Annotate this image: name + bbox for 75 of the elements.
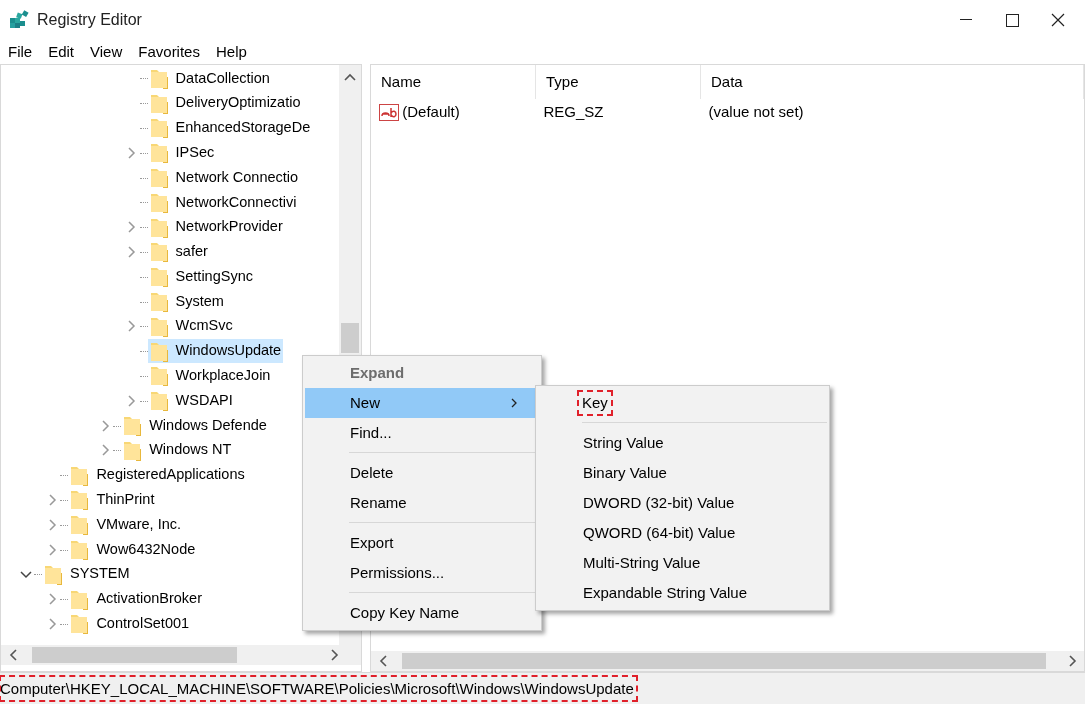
menu-item[interactable]: Copy Key Name [305,598,539,628]
column-header[interactable]: Type [536,65,701,99]
scroll-right-icon[interactable] [1068,655,1077,667]
minimize-icon [960,19,973,21]
menu-item[interactable]: Rename [305,488,539,518]
menu-item[interactable]: Key [538,388,827,418]
menu-item[interactable]: View [82,40,131,64]
scroll-right-icon[interactable] [330,649,339,661]
folder-icon [149,290,169,314]
tree-item[interactable]: DataCollection [147,66,272,91]
app-icon [7,9,30,31]
tree-item[interactable]: RegisteredApplications [68,463,247,488]
menu-item[interactable]: Binary Value [538,458,827,488]
menu-item[interactable]: Export [305,528,539,558]
folder-icon [70,612,90,636]
tree-item[interactable]: DeliveryOptimizatio [147,91,303,116]
tree-item[interactable]: ThinPrint [68,487,157,512]
menu-item[interactable]: String Value [538,428,827,458]
folder-icon [149,364,169,388]
tree-item[interactable]: WcmSvc [147,314,235,339]
status-path: Computer\HKEY_LOCAL_MACHINE\SOFTWARE\Policies\Microsoft\Windows\WindowsUpdate [0,675,637,702]
scrollbar-thumb[interactable] [341,322,359,353]
tree-item[interactable]: Wow6432Node [68,537,198,562]
menu-item[interactable]: DWORD (32-bit) Value [538,488,827,518]
folder-icon [70,488,90,512]
folder-icon [149,166,169,190]
scroll-up-icon[interactable] [344,72,356,81]
menu-item[interactable]: Favorites [130,40,208,64]
menu-item[interactable]: Multi-String Value [538,548,827,578]
tree-item[interactable]: VMware, Inc. [68,512,183,537]
menu-item[interactable]: Permissions... [305,558,539,588]
column-header[interactable]: Name [371,65,536,99]
tree-item[interactable]: EnhancedStorageDe [147,116,313,140]
menu-item[interactable]: Delete [305,458,539,488]
tree-item[interactable]: System [147,289,226,314]
maximize-icon [1005,13,1019,27]
tree-item[interactable]: NetworkProvider [147,215,285,240]
folder-icon [70,513,90,537]
tree-item[interactable]: NetworkConnectivi [147,190,299,215]
tree-item[interactable]: Windows NT [121,438,234,463]
tree-item[interactable]: Windows Defende [121,413,269,438]
scroll-left-icon[interactable] [8,649,17,661]
column-header[interactable]: Data [701,65,1084,99]
folder-icon [70,538,90,562]
menu-item[interactable]: Expandable String Value [538,578,827,608]
folder-icon [123,414,143,438]
folder-icon [149,389,169,413]
tree-item[interactable]: ActivationBroker [68,587,204,612]
tree-item[interactable]: Network Connectio [147,165,301,190]
tree-item[interactable]: SYSTEM [42,562,132,587]
tree-item[interactable]: WorkplaceJoin [147,363,273,388]
scrollbar-thumb[interactable] [31,647,237,663]
close-icon [1051,13,1066,27]
tree-item[interactable]: safer [147,239,210,264]
tree-item[interactable]: WSDAPI [147,388,235,413]
scrollbar-thumb[interactable] [401,653,1046,669]
window-title: Registry Editor [37,10,142,30]
folder-icon [149,116,169,140]
menu-item[interactable]: File [0,40,41,64]
table-cell: (value not set) [708,102,804,120]
scroll-left-icon[interactable] [378,655,387,667]
menu-item[interactable]: QWORD (64-bit) Value [538,518,827,548]
table-cell-text: (Default) [402,101,460,122]
menu-item[interactable]: Help [207,40,255,64]
tree-item[interactable]: ControlSet001 [68,611,192,636]
menu-item[interactable]: Edit [40,40,83,64]
folder-icon [149,265,169,289]
tree-item[interactable]: IPSec [147,140,217,165]
folder-icon [149,141,169,165]
menu-item[interactable]: Find... [305,418,539,448]
tree-item[interactable]: SettingSync [147,264,255,289]
tree-item[interactable]: WindowsUpdate [147,339,284,364]
table-cell: REG_SZ [543,102,604,120]
folder-icon [149,240,169,264]
string-value-icon [378,103,399,121]
